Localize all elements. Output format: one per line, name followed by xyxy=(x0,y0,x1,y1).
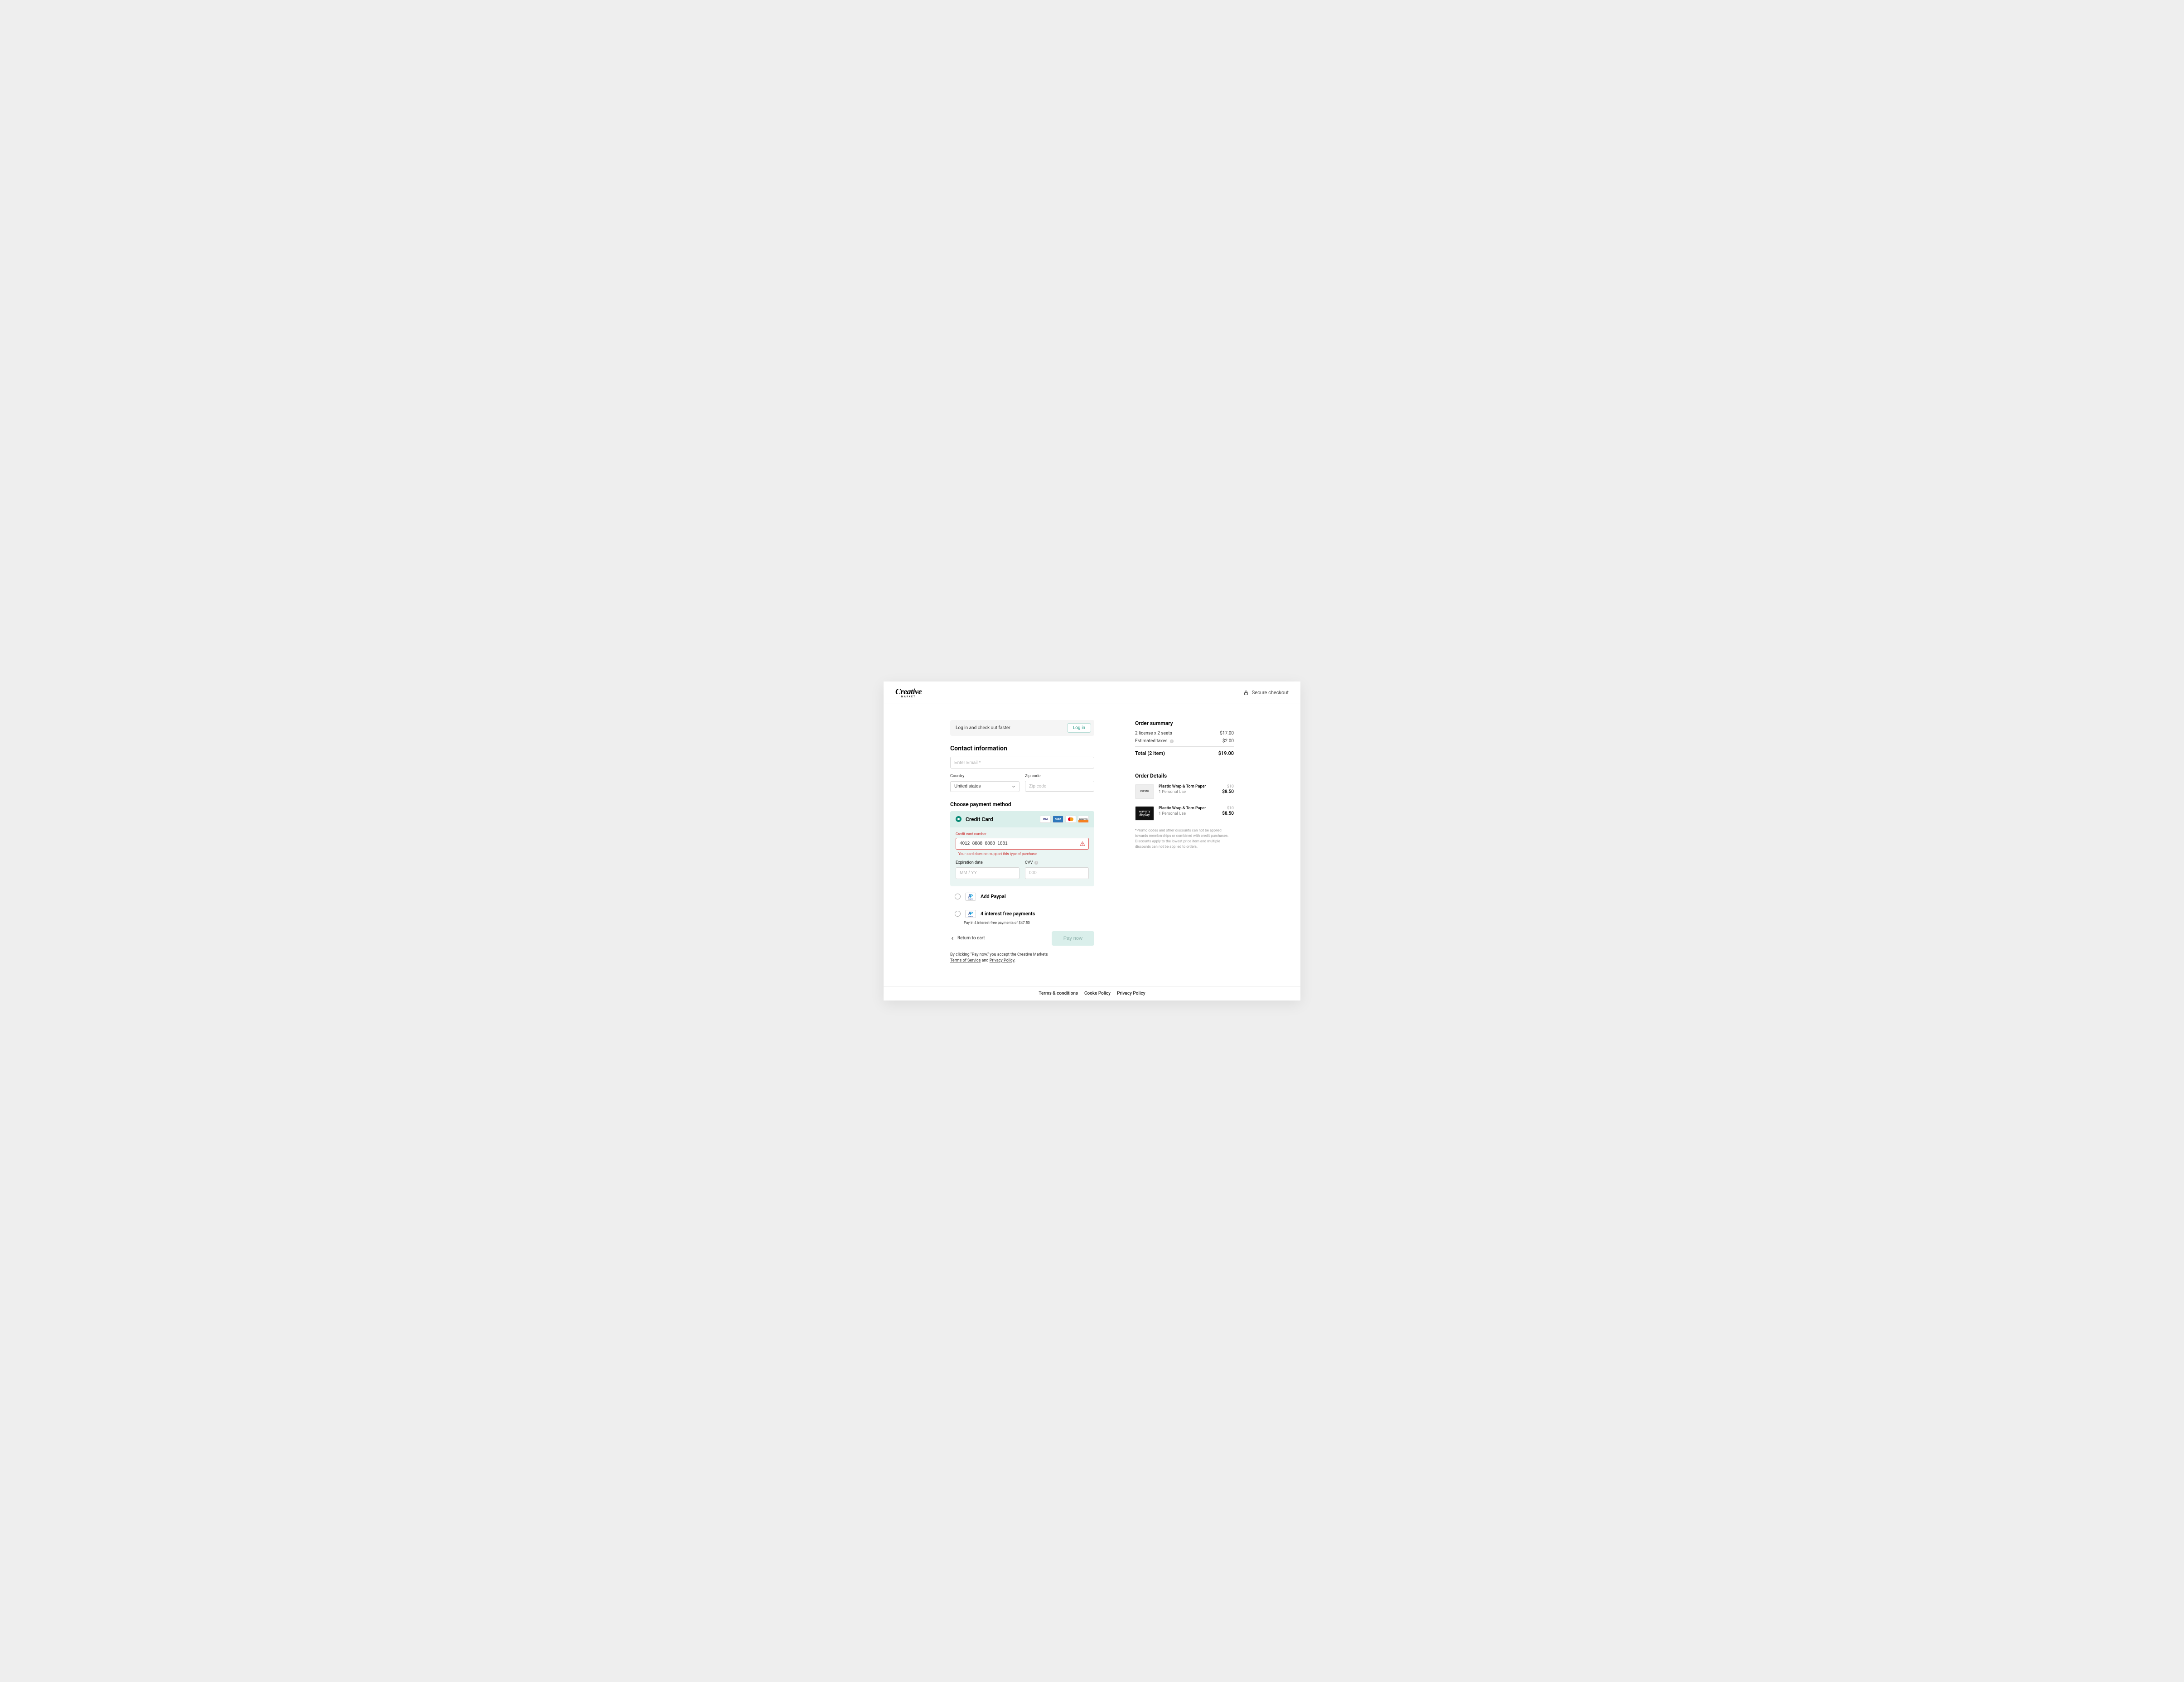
product-name: Plastic Wrap & Torn Paper xyxy=(1159,784,1218,789)
product-price: $8.50 xyxy=(1222,789,1234,794)
card-number-label: Credit card number xyxy=(956,832,1089,836)
zip-label: Zip code xyxy=(1025,774,1094,778)
mastercard-logo xyxy=(1065,816,1076,823)
email-input[interactable] xyxy=(950,757,1094,768)
installments-radio[interactable] xyxy=(955,911,961,917)
lock-icon xyxy=(1243,690,1249,696)
cvv-input[interactable] xyxy=(1025,867,1089,879)
warning-icon xyxy=(1080,841,1085,846)
return-to-cart-link[interactable]: Return to cart xyxy=(950,936,985,941)
country-label: Country xyxy=(950,774,1020,778)
visa-logo: VISA xyxy=(1040,816,1051,823)
terms-of-service-link[interactable]: Terms of Service xyxy=(950,958,981,963)
card-brand-logos: VISA AMEX DISCOVER xyxy=(1040,816,1089,823)
product-old-price: $10 xyxy=(1227,784,1234,789)
card-error-message: Your card does not support this type of … xyxy=(956,852,1089,856)
footer-cookie-link[interactable]: Cooke Policy xyxy=(1084,991,1111,996)
installments-note: Pay in 4 interest-free payments of $47.5… xyxy=(950,921,1094,925)
secure-checkout-badge: Secure checkout xyxy=(1243,690,1289,696)
product-name: Plastic Wrap & Torn Paper xyxy=(1159,806,1218,811)
total-value: $19.00 xyxy=(1218,750,1234,756)
credit-card-radio[interactable] xyxy=(956,816,962,822)
tax-label: Estimated taxes xyxy=(1135,739,1168,744)
footer-privacy-link[interactable]: Privacy Policy xyxy=(1117,991,1145,996)
checkout-window: Creative MARKET Secure checkout Log in a… xyxy=(884,682,1300,1000)
license-line-value: $17.00 xyxy=(1220,731,1234,736)
promo-disclaimer: *Promo codes and other discounts can not… xyxy=(1135,828,1234,850)
credit-card-panel: Credit Card VISA AMEX DISCOVER Credit ca… xyxy=(950,811,1094,886)
login-button[interactable]: Log in xyxy=(1067,723,1091,733)
order-summary-title: Order summary xyxy=(1135,720,1234,726)
paypal-title: Add Paypal xyxy=(981,894,1006,899)
country-select[interactable]: United states xyxy=(950,781,1020,792)
login-prompt-text: Log in and check out faster xyxy=(956,725,1010,730)
login-banner: Log in and check out faster Log in xyxy=(950,720,1094,736)
product-thumbnail: PRESTO xyxy=(1135,784,1154,799)
amex-logo: AMEX xyxy=(1053,816,1063,823)
license-line-label: 2 license x 2 seats xyxy=(1135,731,1172,736)
installments-option[interactable]: PPPayPal 4 interest free payments xyxy=(950,907,1094,921)
tax-info-icon[interactable]: i xyxy=(1169,739,1174,744)
credit-card-title: Credit Card xyxy=(966,816,993,822)
logo-subtext: MARKET xyxy=(901,696,916,698)
header: Creative MARKET Secure checkout xyxy=(884,682,1300,704)
paypal-radio[interactable] xyxy=(955,894,961,899)
contact-section-title: Contact information xyxy=(950,745,1094,752)
card-number-input[interactable] xyxy=(956,838,1089,850)
discover-logo: DISCOVER xyxy=(1078,816,1089,823)
paypal-logo-2: PPPayPal xyxy=(965,910,976,918)
secure-checkout-text: Secure checkout xyxy=(1252,690,1289,696)
summary-divider xyxy=(1135,746,1234,747)
footer: Terms & conditions Cooke Policy Privacy … xyxy=(884,986,1300,1000)
order-detail-item: waverly display Plastic Wrap & Torn Paper… xyxy=(1135,806,1234,821)
order-details-title: Order Details xyxy=(1135,773,1234,779)
tax-value: $2.00 xyxy=(1222,739,1234,744)
cvv-info-icon[interactable]: ? xyxy=(1034,860,1039,865)
legal-text: By clicking "Pay now," you accept the Cr… xyxy=(950,952,1094,964)
svg-text:i: i xyxy=(1171,740,1172,743)
order-summary-panel: Order summary 2 license x 2 seats $17.00… xyxy=(1135,720,1234,964)
credit-card-option-header[interactable]: Credit Card VISA AMEX DISCOVER xyxy=(950,811,1094,827)
product-price: $8.50 xyxy=(1222,811,1234,816)
logo-script: Creative xyxy=(895,687,922,696)
product-old-price: $10 xyxy=(1227,806,1234,811)
total-label: Total (2 item) xyxy=(1135,750,1165,756)
product-license: 1 Personal Use xyxy=(1159,790,1218,794)
payment-section-title: Choose payment method xyxy=(950,801,1094,807)
footer-terms-link[interactable]: Terms & conditions xyxy=(1039,991,1078,996)
checkout-form: Log in and check out faster Log in Conta… xyxy=(950,720,1094,964)
product-license: 1 Personal Use xyxy=(1159,812,1218,816)
pay-now-button[interactable]: Pay now xyxy=(1052,931,1094,946)
return-to-cart-text: Return to cart xyxy=(957,936,985,941)
order-detail-item: PRESTO Plastic Wrap & Torn Paper1 Persona… xyxy=(1135,784,1234,799)
installments-title: 4 interest free payments xyxy=(981,911,1035,917)
chevron-left-icon xyxy=(950,936,955,941)
expiration-input[interactable] xyxy=(956,867,1020,879)
expiration-label: Expiration date xyxy=(956,860,1020,865)
cvv-label: CVV xyxy=(1025,860,1033,865)
paypal-logo: PPPayPal xyxy=(965,893,976,901)
zip-input[interactable] xyxy=(1025,781,1094,792)
paypal-option[interactable]: PPPayPal Add Paypal xyxy=(950,886,1094,907)
privacy-policy-link[interactable]: Privacy Policy xyxy=(990,958,1015,963)
product-thumbnail: waverly display xyxy=(1135,806,1154,821)
brand-logo: Creative MARKET xyxy=(895,687,922,698)
main-content: Log in and check out faster Log in Conta… xyxy=(884,704,1300,986)
